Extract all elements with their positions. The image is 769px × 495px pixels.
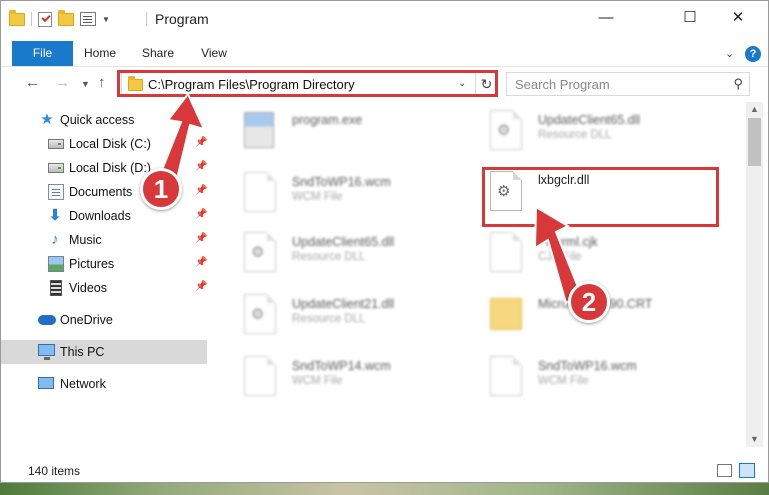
annotation-arrows [156,92,582,305]
step-1-callout: 1 [140,168,182,210]
step-2-callout: 2 [568,281,610,323]
